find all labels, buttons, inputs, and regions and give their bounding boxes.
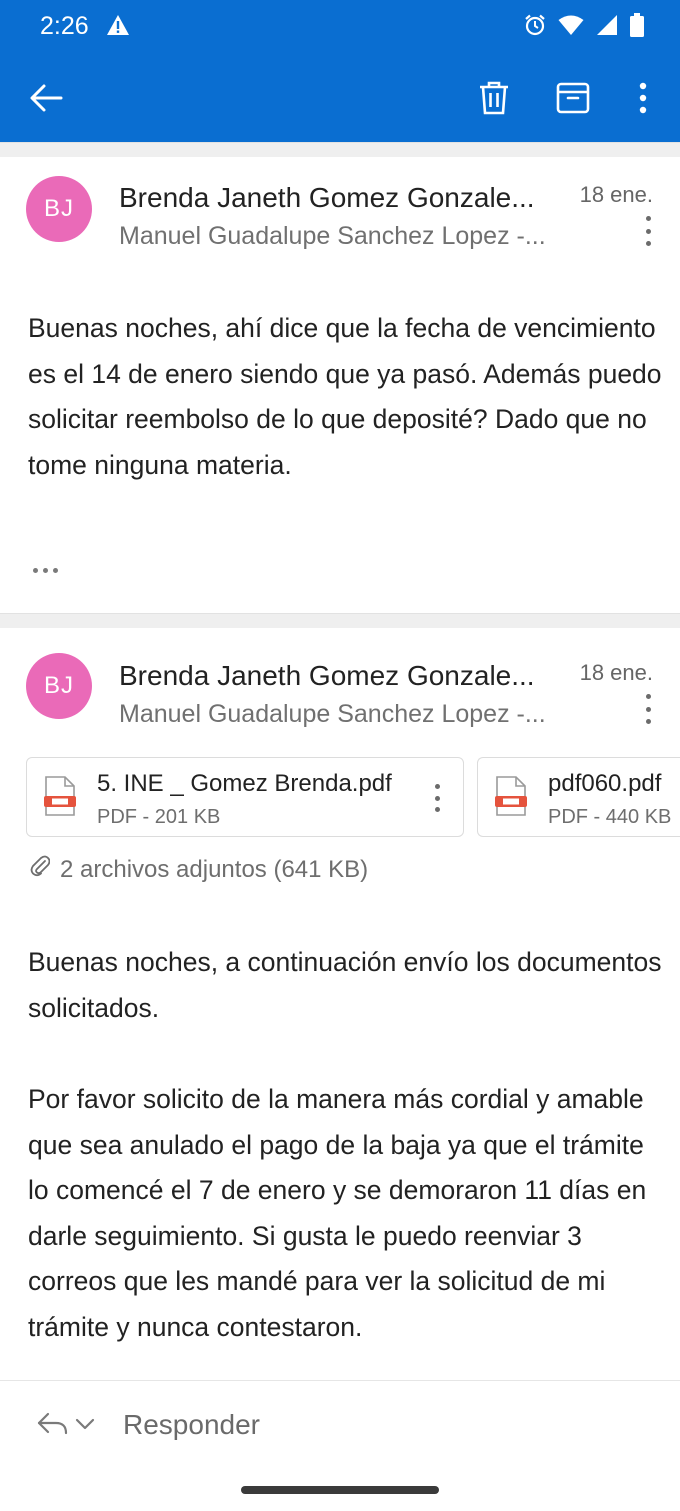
home-indicator[interactable] <box>241 1486 439 1494</box>
reply-bar: Responder <box>0 1380 680 1481</box>
pdf-file-icon <box>494 776 528 821</box>
avatar: BJ <box>26 653 92 719</box>
pdf-file-icon <box>43 776 77 821</box>
attachment-name: pdf060.pdf <box>548 770 662 797</box>
attachment-card[interactable]: 5. INE _ Gomez Brenda.pdf PDF - 201 KB <box>26 757 464 837</box>
attachments-summary[interactable]: 2 archivos adjuntos (641 KB) <box>30 855 368 884</box>
attachment-meta: PDF - 201 KB <box>97 806 221 828</box>
app-bar: 2:26 <box>0 0 680 142</box>
battery-icon <box>630 13 644 42</box>
archive-icon[interactable] <box>553 78 593 118</box>
recipients: Manuel Guadalupe Sanchez Lopez -... <box>119 222 546 250</box>
paperclip-icon <box>30 855 51 884</box>
sender-name: Brenda Janeth Gomez Gonzale... <box>119 660 535 691</box>
message-body: Buenas noches, ahí dice que la fecha de … <box>28 313 662 480</box>
avatar: BJ <box>26 176 92 242</box>
message-date: 18 ene. <box>579 660 653 685</box>
message-body: Por favor solicito de la manera más cord… <box>28 1084 647 1342</box>
message-more-icon[interactable] <box>636 216 660 246</box>
more-vertical-icon[interactable] <box>623 78 663 118</box>
reply-dropdown[interactable] <box>36 1411 96 1442</box>
section-divider <box>0 142 680 157</box>
trash-icon[interactable] <box>474 78 514 118</box>
sender-name: Brenda Janeth Gomez Gonzale... <box>119 182 535 213</box>
section-divider <box>0 613 680 628</box>
attachment-name: 5. INE _ Gomez Brenda.pdf <box>97 770 392 797</box>
recipients: Manuel Guadalupe Sanchez Lopez -... <box>119 700 546 728</box>
chevron-down-icon <box>74 1417 96 1436</box>
attachment-card[interactable]: pdf060.pdf PDF - 440 KB <box>477 757 680 837</box>
message-header[interactable]: BJ Brenda Janeth Gomez Gonzale... Manuel… <box>0 160 680 250</box>
show-quoted-ellipsis-icon[interactable] <box>33 568 58 573</box>
signal-icon <box>596 14 618 41</box>
message-body: Buenas noches, a continuación envío los … <box>28 947 662 1023</box>
attachment-meta: PDF - 440 KB <box>548 806 672 828</box>
status-time: 2:26 <box>40 12 89 40</box>
attachments-summary-text: 2 archivos adjuntos (641 KB) <box>60 855 369 883</box>
back-arrow-icon[interactable] <box>26 78 66 118</box>
toolbar <box>0 52 680 142</box>
message-more-icon[interactable] <box>636 694 660 724</box>
reply-button[interactable]: Responder <box>123 1409 260 1441</box>
message-header[interactable]: BJ Brenda Janeth Gomez Gonzale... Manuel… <box>0 638 680 728</box>
attachment-more-icon[interactable] <box>432 784 442 812</box>
alarm-icon <box>524 14 546 41</box>
status-bar: 2:26 <box>0 0 680 52</box>
reply-arrow-icon <box>36 1411 70 1442</box>
alert-icon <box>106 14 130 41</box>
message-date: 18 ene. <box>579 182 653 207</box>
wifi-icon <box>558 14 584 41</box>
